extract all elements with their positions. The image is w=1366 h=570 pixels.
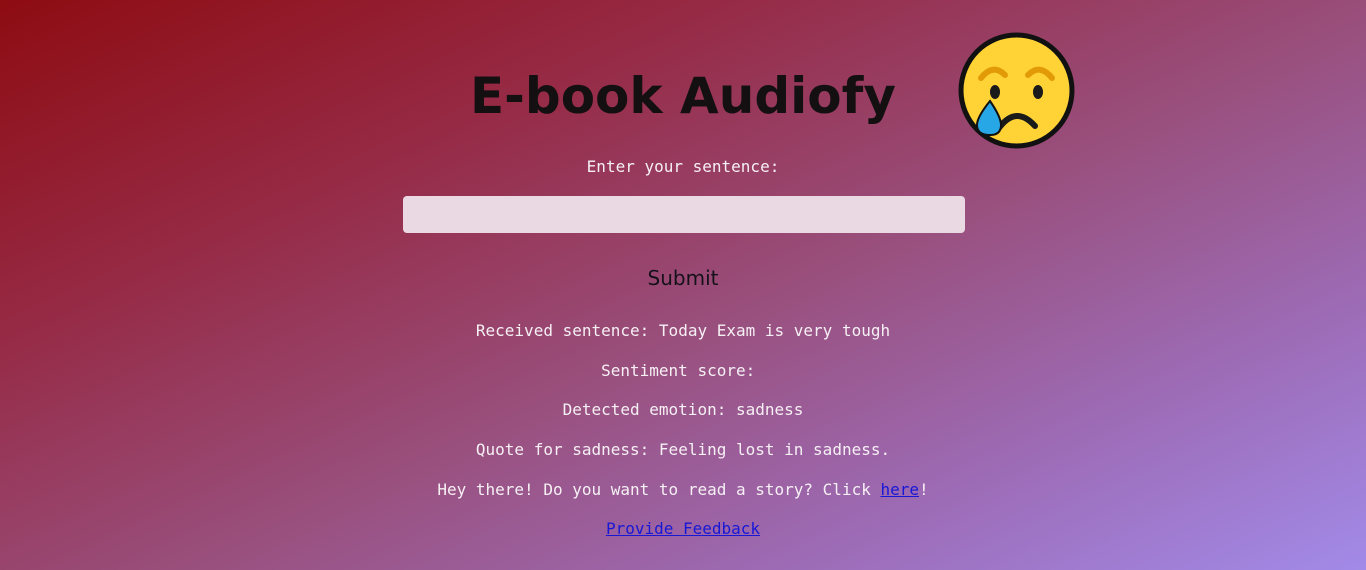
sentiment-score-line: Sentiment score: [0, 360, 1366, 382]
quote-label: Quote for sadness: [475, 440, 650, 459]
crying-face-icon [958, 32, 1075, 149]
quote-line: Quote for sadness: Feeling lost in sadne… [0, 439, 1366, 461]
detected-emotion-value: sadness [735, 400, 804, 419]
story-prompt-text: Hey there! Do you want to read a story? … [437, 480, 881, 499]
feedback-link[interactable]: Provide Feedback [606, 519, 760, 538]
story-prompt-suffix: ! [919, 480, 929, 499]
detected-emotion-line: Detected emotion: sadness [0, 399, 1366, 421]
story-prompt-line: Hey there! Do you want to read a story? … [0, 479, 1366, 501]
sentence-label: Enter your sentence: [586, 157, 780, 176]
received-sentence-line: Received sentence: Today Exam is very to… [0, 320, 1366, 342]
submit-button[interactable]: Submit [633, 262, 733, 294]
quote-value: Feeling lost in sadness. [658, 440, 891, 459]
page-title: E-book Audiofy [470, 67, 896, 125]
sentence-input[interactable] [403, 196, 965, 233]
sentiment-score-label: Sentiment score: [601, 361, 756, 380]
story-link[interactable]: here [880, 480, 919, 499]
detected-emotion-label: Detected emotion: [562, 400, 727, 419]
feedback-line: Provide Feedback [0, 518, 1366, 540]
received-sentence-label: Received sentence: [475, 321, 650, 340]
received-sentence-value: Today Exam is very tough [658, 321, 891, 340]
